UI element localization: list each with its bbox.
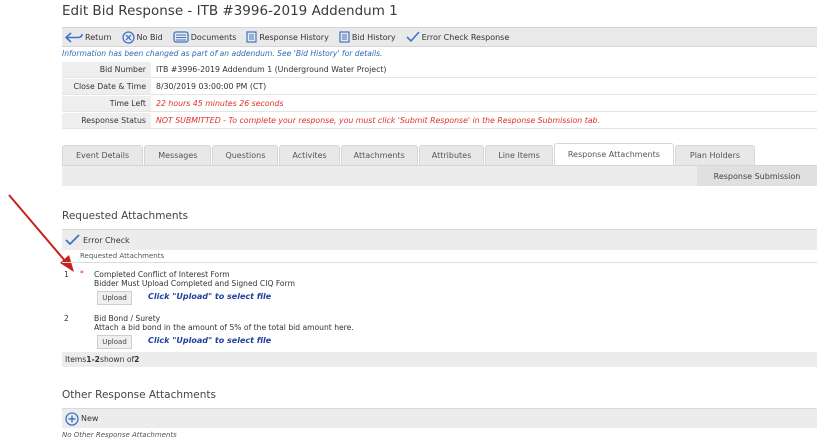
divider (62, 262, 817, 263)
error-check-response-label: Error Check Response (421, 32, 510, 42)
tab-response-attachments[interactable]: Response Attachments (553, 143, 674, 165)
new-button[interactable]: New (65, 411, 99, 426)
no-bid-label: No Bid (136, 32, 163, 42)
bid-history-label: Bid History (351, 32, 396, 42)
plus-circle-icon (65, 411, 79, 426)
close-date-value: 8/30/2019 03:00:00 PM (CT) (156, 82, 267, 91)
toolbar: Return No Bid Documents Response History… (62, 27, 817, 47)
upload-button-1[interactable]: Upload (97, 291, 132, 305)
return-label: Return (85, 32, 112, 42)
response-status-row: Response Status NOT SUBMITTED - To compl… (62, 113, 817, 129)
close-date-row: Close Date & Time 8/30/2019 03:00:00 PM … (62, 79, 817, 95)
bid-history-icon (339, 31, 350, 43)
row-1-description: Bidder Must Upload Completed and Signed … (94, 279, 295, 288)
requested-attachments-title: Requested Attachments (62, 210, 189, 222)
error-check-label: Error Check (83, 235, 130, 245)
error-check-response-button[interactable]: Error Check Response (406, 31, 510, 43)
tab-bar: Event Details Messages Questions Activit… (62, 143, 817, 191)
sub-tab-bar: Response Submission (62, 165, 817, 186)
no-bid-icon (121, 30, 135, 44)
tab-messages[interactable]: Messages (144, 145, 212, 165)
tab-event-details[interactable]: Event Details (62, 145, 144, 165)
upload-link-1[interactable]: Click "Upload" to select file (148, 292, 271, 301)
required-asterisk: * (80, 269, 84, 278)
response-history-icon (246, 31, 257, 43)
documents-button[interactable]: Documents (173, 31, 237, 43)
tab-response-submission[interactable]: Response Submission (697, 166, 817, 186)
no-bid-button[interactable]: No Bid (121, 30, 163, 44)
checkmark-icon (65, 234, 80, 246)
row-1-name: Completed Conflict of Interest Form (94, 270, 230, 279)
addendum-info-message: Information has been changed as part of … (62, 49, 383, 58)
bid-number-label: Bid Number (62, 62, 151, 77)
upload-link-2[interactable]: Click "Upload" to select file (148, 336, 271, 345)
page-title: Edit Bid Response - ITB #3996-2019 Adden… (62, 3, 398, 19)
items-footer-range: 1-2 (86, 355, 100, 364)
response-status-value: NOT SUBMITTED - To complete your respons… (156, 116, 600, 125)
row-2-number: 2 (64, 314, 69, 323)
requested-attachments-column-header: Requested Attachments (80, 252, 165, 260)
tab-plan-holders[interactable]: Plan Holders (674, 145, 756, 165)
close-date-label: Close Date & Time (62, 79, 151, 94)
items-footer: Items 1-2 shown of 2 (62, 352, 817, 367)
response-status-label: Response Status (62, 113, 151, 128)
row-2-name: Bid Bond / Surety (94, 314, 161, 323)
tab-line-items[interactable]: Line Items (485, 145, 553, 165)
row-1-number: 1 (64, 270, 69, 279)
new-bar: New (62, 408, 817, 428)
items-footer-total: 2 (134, 355, 140, 364)
tab-attachments[interactable]: Attachments (340, 145, 418, 165)
documents-icon (173, 31, 189, 43)
time-left-label: Time Left (62, 96, 151, 111)
return-button[interactable]: Return (65, 31, 112, 43)
bid-number-row: Bid Number ITB #3996-2019 Addendum 1 (Un… (62, 62, 817, 78)
no-other-attachments-message: No Other Response Attachments (62, 431, 177, 439)
row-2-description: Attach a bid bond in the amount of 5% of… (94, 323, 354, 332)
error-check-bar: Error Check (62, 229, 817, 250)
response-history-button[interactable]: Response History (246, 31, 329, 43)
response-history-label: Response History (259, 32, 329, 42)
tab-attributes[interactable]: Attributes (418, 145, 485, 165)
checkmark-icon (406, 31, 420, 43)
other-attachments-title: Other Response Attachments (62, 389, 216, 401)
tab-activites[interactable]: Activites (279, 145, 340, 165)
return-arrow-icon (65, 31, 83, 43)
documents-label: Documents (190, 32, 237, 42)
bid-number-value: ITB #3996-2019 Addendum 1 (Underground W… (156, 65, 387, 74)
error-check-button[interactable]: Error Check (65, 234, 130, 246)
upload-button-2[interactable]: Upload (97, 335, 132, 349)
tab-questions[interactable]: Questions (212, 145, 279, 165)
items-footer-mid: shown of (99, 355, 135, 364)
items-footer-prefix: Items (65, 355, 87, 364)
time-left-row: Time Left 22 hours 45 minutes 26 seconds (62, 96, 817, 112)
bid-history-button[interactable]: Bid History (339, 31, 396, 43)
new-label: New (81, 414, 99, 423)
time-left-value: 22 hours 45 minutes 26 seconds (156, 99, 284, 108)
